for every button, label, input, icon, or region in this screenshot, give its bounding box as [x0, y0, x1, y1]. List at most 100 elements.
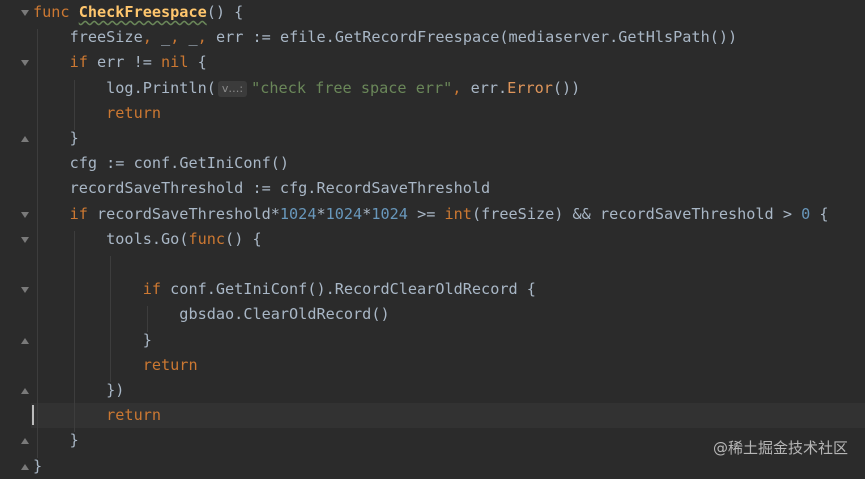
- code-line[interactable]: if err != nil {: [33, 50, 865, 75]
- fold-end-icon[interactable]: [21, 388, 29, 394]
- code-token: cfg := conf.: [33, 154, 180, 173]
- fold-collapse-icon[interactable]: [21, 211, 29, 218]
- code-token: Println: [142, 78, 207, 97]
- code-token: {: [517, 280, 536, 299]
- code-token: ,: [197, 28, 216, 47]
- code-token: () {: [206, 3, 244, 21]
- code-token: return: [33, 355, 198, 374]
- code-token: GetHlsPath: [618, 28, 710, 47]
- code-token: (): [270, 154, 290, 173]
- code-token: 1024: [325, 204, 363, 223]
- code-token: freeSize: [33, 28, 143, 47]
- code-token: RecordClearOldRecord: [334, 280, 518, 299]
- code-token: func: [33, 3, 79, 21]
- code-line[interactable]: if conf.GetIniConf().RecordClearOldRecor…: [33, 277, 865, 302]
- code-token: }: [33, 431, 79, 450]
- code-line[interactable]: freeSize, _, _, err := efile.GetRecordFr…: [33, 25, 865, 50]
- fold-collapse-icon[interactable]: [21, 60, 29, 67]
- code-token: if: [33, 280, 171, 299]
- code-token: recordSaveThreshold*: [97, 204, 280, 223]
- fold-collapse-icon[interactable]: [21, 287, 29, 294]
- fold-end-icon[interactable]: [21, 136, 29, 142]
- code-token: if: [33, 53, 98, 72]
- code-token: 0: [801, 204, 811, 223]
- code-line[interactable]: cfg := conf.GetIniConf(): [33, 151, 865, 176]
- fold-end-icon[interactable]: [21, 438, 29, 445]
- code-token: int: [444, 204, 472, 223]
- fold-collapse-icon[interactable]: [21, 10, 29, 16]
- code-token: _: [188, 28, 198, 47]
- code-token: GetRecordFreespace: [334, 28, 500, 47]
- code-token: ,: [142, 28, 162, 47]
- code-token: (): [371, 305, 390, 324]
- text-cursor: [32, 405, 34, 425]
- indent-guide: [147, 306, 149, 332]
- code-token: (mediaserver.: [499, 28, 619, 47]
- code-token: }: [33, 129, 79, 147]
- code-line[interactable]: [33, 252, 865, 277]
- code-token: _: [161, 28, 171, 47]
- code-token: *: [362, 204, 372, 223]
- code-token: tools.: [33, 229, 162, 248]
- code-token: return: [33, 406, 162, 425]
- fold-end-icon[interactable]: [21, 337, 29, 344]
- code-token: CheckFreespace: [78, 3, 207, 21]
- code-token: >=: [407, 204, 445, 223]
- code-token: func: [188, 229, 226, 248]
- code-editor[interactable]: func CheckFreespace() { freeSize, _, _, …: [0, 0, 865, 475]
- code-token: (freeSize) && recordSaveThreshold >: [471, 204, 802, 223]
- code-line[interactable]: log.Println(v…: "check free space err", e…: [33, 76, 865, 101]
- code-line[interactable]: recordSaveThreshold := cfg.RecordSaveThr…: [33, 176, 865, 201]
- code-token: ClearOldRecord: [243, 305, 372, 324]
- code-token: ()): [552, 78, 581, 97]
- code-token: () {: [225, 229, 262, 248]
- code-token: recordSaveThreshold := cfg.RecordSaveThr…: [33, 179, 491, 198]
- code-token: "check free space err": [251, 78, 453, 97]
- parameter-hint: v…:: [217, 80, 248, 97]
- code-token: 1024: [371, 204, 408, 223]
- code-token: {: [810, 204, 829, 223]
- code-token: if: [33, 204, 98, 223]
- code-line[interactable]: func CheckFreespace() {: [33, 0, 865, 25]
- fold-collapse-icon[interactable]: [21, 236, 29, 243]
- code-token: Go: [161, 229, 180, 248]
- indent-guide: [37, 29, 38, 458]
- code-token: }: [33, 456, 43, 475]
- code-token: err := efile.: [215, 28, 335, 47]
- code-line[interactable]: return: [33, 353, 865, 378]
- code-line[interactable]: if recordSaveThreshold*1024*1024*1024 >=…: [33, 202, 865, 227]
- indent-guide: [73, 79, 75, 130]
- code-token: err !=: [97, 53, 162, 72]
- code-token: GetIniConf: [215, 280, 308, 299]
- code-token: (: [206, 78, 216, 97]
- code-token: log.: [33, 78, 143, 97]
- code-token: ().: [307, 280, 335, 299]
- editor-gutter: [0, 0, 31, 474]
- watermark-text: @稀土掘金技术社区: [712, 439, 848, 457]
- code-line[interactable]: gbsdao.ClearOldRecord(): [33, 302, 865, 327]
- fold-end-icon[interactable]: [21, 463, 29, 470]
- code-token: }): [33, 381, 125, 399]
- code-token: Error: [507, 78, 553, 97]
- code-token: ,: [452, 78, 471, 97]
- indent-guide: [73, 230, 75, 433]
- code-token: err.: [470, 78, 508, 97]
- code-token: nil: [161, 53, 198, 72]
- code-token: ,: [170, 28, 189, 47]
- code-token: gbsdao.: [33, 305, 244, 324]
- code-line[interactable]: return: [33, 403, 865, 428]
- code-token: 1024: [279, 204, 317, 223]
- code-token: return: [33, 103, 162, 122]
- code-token: ()): [709, 28, 738, 47]
- code-line[interactable]: }: [33, 126, 865, 151]
- code-line[interactable]: return: [33, 101, 865, 126]
- code-token: conf.: [170, 280, 216, 299]
- code-line[interactable]: tools.Go(func() {: [33, 227, 865, 252]
- indent-guide: [110, 256, 112, 382]
- code-token: {: [197, 53, 207, 72]
- code-token: }: [33, 330, 152, 349]
- code-token: *: [316, 204, 326, 223]
- code-line[interactable]: }: [33, 328, 865, 353]
- code-line[interactable]: }): [33, 378, 865, 403]
- code-token: GetIniConf: [179, 154, 271, 173]
